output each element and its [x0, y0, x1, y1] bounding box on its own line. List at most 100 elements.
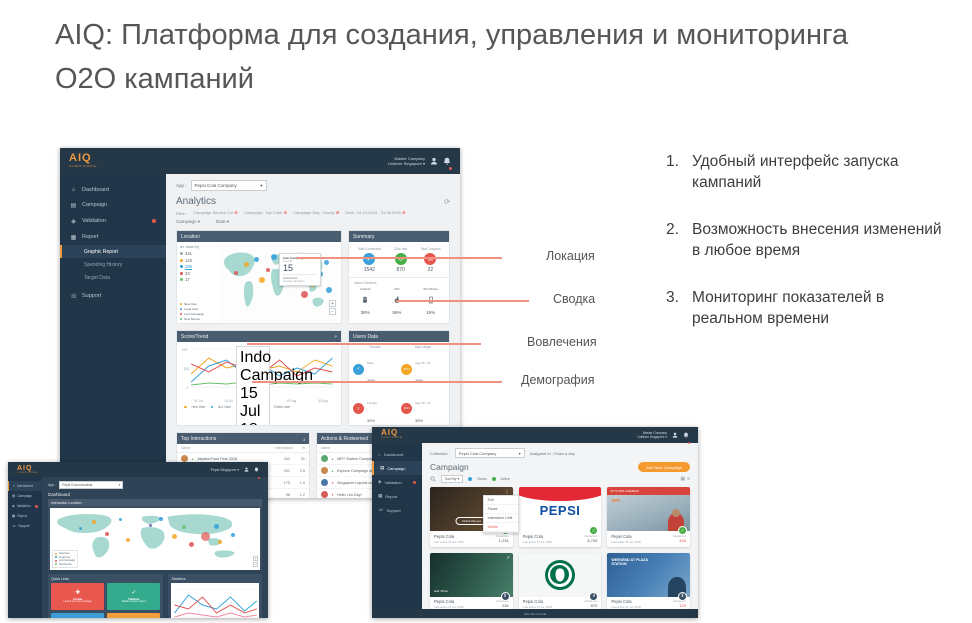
zoom-in-button[interactable]: + [253, 556, 258, 561]
notification-badge [449, 167, 452, 170]
app-select[interactable]: Pepsi Cola Company ▾ [190, 180, 267, 191]
sidebar-subitem-target-data[interactable]: Target Data [60, 271, 166, 284]
quick-links-panel: Quick Links ✚ Create Launch your own campa… [48, 574, 164, 618]
benefit-text: Удобный интерфейс запуска кампаний [692, 153, 899, 191]
annotation-label-demography: Демография [521, 373, 595, 387]
paused-badge: Ⅱ [589, 591, 599, 601]
review-analytics-tile[interactable]: ▤Review AnalyticsMonitor campaign result… [51, 613, 105, 618]
campaign-dropdown[interactable]: Campaign ▾ [176, 219, 200, 225]
sidebar-item-support[interactable]: ☏ Support [60, 288, 166, 304]
avatar [321, 491, 328, 498]
company-switcher[interactable]: Master Company Unilever Singapore ▾ [637, 431, 667, 439]
slide: AIQ: Платформа для создания, управления … [0, 0, 972, 623]
male-icon: ♂ [353, 363, 364, 375]
alert-badge [35, 504, 38, 508]
top-up-tile[interactable]: ◈Top Up BalanceAdd credit for campaigns [107, 613, 161, 618]
menu-item-pause[interactable]: Pause [483, 505, 518, 514]
annotation-line-engagement [247, 343, 481, 345]
legend-dot [55, 563, 57, 565]
map-dot [159, 516, 164, 521]
benefit-item: 3. Мониторинг показателей в реальном врем… [666, 288, 946, 330]
notifications-bell-icon[interactable] [254, 462, 260, 479]
alert-badge [413, 480, 416, 484]
sort-dropdown[interactable]: Sort By ▾ [441, 475, 464, 483]
sidebar-item-campaign[interactable]: ▤ Campaign [60, 197, 166, 213]
sidebar-item-validation[interactable]: ◈ Validation [8, 501, 42, 511]
avatar [181, 455, 188, 462]
company-switcher[interactable]: Master Company Unilever Singapore ▾ [388, 156, 425, 166]
android-icon [361, 296, 369, 304]
map-dot [171, 534, 177, 540]
remove-filter-icon[interactable]: ⊗ [283, 210, 287, 215]
age-circle: 18-24 [401, 403, 412, 414]
remove-filter-icon[interactable]: ⊗ [336, 210, 340, 215]
filter-chip[interactable]: Campaign : Top Coke ⊗ [244, 210, 287, 216]
menu-item-edit[interactable]: Edit [483, 496, 518, 505]
sidebar-item-campaign[interactable]: ▤ Campaign [372, 461, 422, 475]
refresh-icon[interactable]: ⟳ [444, 198, 450, 206]
sidebar-item-report[interactable]: ▦ Report [60, 229, 166, 245]
search-icon[interactable] [430, 476, 436, 482]
add-campaign-button[interactable]: Add New Campaign [638, 462, 690, 472]
list-view-icon[interactable]: ≡ [687, 476, 690, 482]
profile-icon[interactable] [672, 432, 678, 438]
chevron-down-icon: ▾ [260, 182, 263, 188]
remove-filter-icon[interactable]: ⊗ [234, 210, 238, 215]
download-icon[interactable]: ⤓ [303, 436, 305, 441]
sidebar-item-campaign[interactable]: ▤ Campaign [8, 491, 42, 501]
grid-view-icon[interactable]: ▦ [680, 476, 685, 482]
sidebar-item-validation[interactable]: ◈ Validation [372, 475, 422, 489]
expand-icon[interactable]: ↗ [506, 555, 509, 560]
zoom-in-button[interactable]: + [329, 300, 336, 307]
filter-row: Filter : Campaign Service Col ⊗ Campaign… [176, 210, 450, 216]
plus-icon: ✚ [75, 590, 81, 596]
campaign-card[interactable]: UP TO 50% CASHBACK SP5 ✓ Pepsi Cola Last … [607, 487, 690, 547]
campaign-card[interactable]: Check this out ⋮ Edit Pause Interaction … [430, 487, 519, 547]
campaign-card[interactable]: PEPSI ✓ Pepsi Cola Last active 31 Jul, 20… [518, 487, 602, 547]
zoom-out-button[interactable]: − [253, 562, 258, 567]
menu-item-delete[interactable]: Delete [483, 523, 518, 532]
sidebar-subitem-spending-history[interactable]: Spending History [60, 258, 166, 271]
sidebar: ⌂ Dashboard ▤ Campaign ◈ Validation ▦ Report… [60, 174, 166, 498]
x-tick: 15 Jul [224, 399, 233, 403]
remove-filter-icon[interactable]: ⊗ [402, 210, 406, 215]
image-banner: UP TO 50% CASHBACK [607, 487, 690, 495]
legend-dot [55, 552, 57, 555]
assigned-label: Assigned to : Flash a day [529, 450, 575, 456]
map-dot [188, 542, 194, 548]
campaign-card[interactable]: WEEKEND AT PLAZA STATION Ⅱ Pepsi Cola Las… [607, 552, 690, 609]
campaign-card[interactable]: Ⅱ Pepsi Cola Last active 31 Jul, 2018 Int… [518, 552, 602, 609]
sidebar-item-dashboard[interactable]: ⌂ Dashboard [8, 481, 42, 491]
active-badge: ✓ [677, 526, 687, 535]
filter-chip[interactable]: Date : 01.01.2018 - 31.08.2018 ⊗ [345, 210, 405, 216]
filter-chip[interactable]: Campaign Service Col ⊗ [193, 210, 238, 216]
world-map[interactable]: New User Loyal User Lost Campaign New De… [50, 508, 260, 570]
profile-icon[interactable] [244, 467, 249, 472]
profile-icon[interactable] [430, 157, 438, 165]
zoom-out-button[interactable]: − [329, 308, 336, 315]
notifications-bell-icon[interactable] [683, 427, 690, 444]
benefit-item: 2. Возможность внесения изменений в любое… [666, 220, 946, 262]
create-campaign-tile[interactable]: ✚ Create Launch your own campaign [51, 583, 105, 610]
sidebar-subitem-graphic-report[interactable]: Graphic Report [60, 245, 166, 258]
sidebar-item-report[interactable]: ▦ Report [372, 489, 422, 503]
sidebar-item-dashboard[interactable]: ⌂ Dashboard [60, 182, 166, 197]
validate-tile[interactable]: ✓ Validate Validate coupon redeem [107, 583, 161, 610]
collection-select[interactable]: Pepsi Cola Company ▾ [454, 448, 525, 458]
campaign-card[interactable]: Hair Show ↗ Ⅱ Pepsi Cola Last active 31 J… [430, 552, 513, 609]
sidebar-item-report[interactable]: ▦ Report [8, 511, 42, 521]
filter-chip[interactable]: Campaign Day : Hourly ⊗ [293, 210, 339, 216]
date-dropdown[interactable]: Date ▾ [216, 219, 229, 225]
app-select[interactable]: Pepsi Cola Indonesia ▾ [59, 481, 124, 489]
company-switcher[interactable]: Pepsi Singapore ▾ [211, 468, 239, 472]
notifications-bell-icon[interactable] [443, 152, 452, 170]
expand-icon[interactable]: ↗ [334, 334, 337, 339]
benefit-number: 2. [666, 220, 679, 238]
sidebar-item-dashboard[interactable]: ⌂ Dashboard [372, 448, 422, 461]
click-rate-icon: ↻ [394, 253, 407, 265]
sidebar-item-support[interactable]: ☏ Support [8, 521, 42, 531]
sidebar-item-support[interactable]: ☏ Support [372, 503, 422, 517]
page-title: Campaign [430, 462, 469, 472]
sidebar-item-validation[interactable]: ◈ Validation [60, 213, 166, 229]
menu-item-interaction-limit[interactable]: Interaction Limit [483, 514, 518, 523]
